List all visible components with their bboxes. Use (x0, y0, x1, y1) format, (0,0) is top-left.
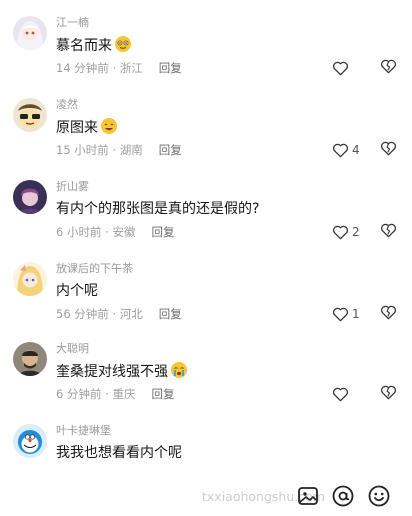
reply-button[interactable]: 回复 (151, 387, 174, 401)
avatar[interactable] (13, 262, 47, 296)
comment-text: 慕名而来 (56, 35, 132, 56)
dislike-button[interactable] (380, 222, 397, 242)
broken-heart-icon (380, 385, 397, 400)
comment-username[interactable]: 凌然 (56, 98, 78, 112)
comment-time: 15 小时前 (56, 143, 109, 157)
comment-item: 凌然 原图来 15 小时前 · 湖南 回复 4 (0, 98, 412, 180)
like-count: 2 (352, 225, 360, 239)
like-count: 4 (352, 143, 360, 157)
like-button[interactable]: 4 (332, 140, 360, 160)
image-icon (298, 487, 318, 505)
like-button[interactable] (332, 384, 352, 404)
broken-heart-icon (380, 305, 397, 320)
like-button[interactable]: 2 (332, 222, 360, 242)
emoji-crying-icon (171, 362, 187, 378)
comment-time: 6 分钟前 (56, 387, 102, 401)
comment-meta: 14 分钟前 · 浙江 回复 (56, 61, 182, 75)
reply-button[interactable]: 回复 (159, 61, 182, 75)
comment-location: 湖南 (119, 143, 143, 157)
avatar[interactable] (13, 98, 47, 132)
mention-button[interactable] (331, 484, 355, 512)
comment-location: 浙江 (119, 61, 143, 75)
comment-text: 我我也想看看内个呢 (56, 445, 182, 461)
comment-time: 6 小时前 (56, 225, 102, 239)
comment-text: 奎桑提对线强不强 (56, 361, 188, 382)
comment-username[interactable]: 放课后的下午茶 (56, 262, 133, 276)
broken-heart-icon (380, 141, 397, 156)
comment-item: 放课后的下午茶 内个呢 56 分钟前 · 河北 回复 1 (0, 262, 412, 344)
dislike-button[interactable] (380, 58, 397, 78)
emoji-button[interactable] (367, 484, 391, 512)
comment-text-content: 奎桑提对线强不强 (56, 364, 168, 380)
avatar[interactable] (13, 16, 47, 50)
comment-time: 14 分钟前 (56, 61, 109, 75)
dislike-button[interactable] (380, 140, 397, 160)
emoji-grin-icon (101, 118, 117, 134)
comment-username[interactable]: 大聪明 (56, 342, 89, 356)
dislike-button[interactable] (380, 304, 397, 324)
comment-username[interactable]: 江一楠 (56, 16, 89, 30)
comment-location: 安徽 (112, 225, 136, 239)
comment-meta: 56 分钟前 · 河北 回复 (56, 307, 182, 321)
broken-heart-icon (380, 223, 397, 238)
heart-icon (332, 225, 349, 240)
comment-meta: 15 小时前 · 湖南 回复 (56, 143, 182, 157)
heart-icon (332, 307, 349, 322)
comment-item: 叶卡捷琳堡 我我也想看看内个呢 (0, 424, 412, 478)
avatar[interactable] (13, 424, 47, 458)
smiley-icon (368, 485, 390, 507)
comment-location: 重庆 (112, 387, 136, 401)
reply-button[interactable]: 回复 (159, 307, 182, 321)
emoji-drooling-icon (115, 36, 131, 52)
like-count: 1 (352, 307, 360, 321)
comment-text: 内个呢 (56, 283, 98, 299)
comment-text: 有内个的那张图是真的还是假的? (56, 201, 260, 217)
heart-icon (332, 387, 349, 402)
like-button[interactable] (332, 58, 352, 78)
comment-text-content: 慕名而来 (56, 38, 112, 54)
avatar[interactable] (13, 342, 47, 376)
comment-meta: 6 小时前 · 安徽 回复 (56, 225, 175, 239)
reply-button[interactable]: 回复 (151, 225, 174, 239)
image-button[interactable] (296, 484, 320, 512)
comment-meta: 6 分钟前 · 重庆 回复 (56, 387, 175, 401)
comment-time: 56 分钟前 (56, 307, 109, 321)
avatar[interactable] (13, 180, 47, 214)
comment-item: 江一楠 慕名而来 14 分钟前 · 浙江 回复 (0, 16, 412, 98)
comment-item: 折山雾 有内个的那张图是真的还是假的? 6 小时前 · 安徽 回复 2 (0, 180, 412, 262)
comment-location: 河北 (119, 307, 143, 321)
comment-username[interactable]: 折山雾 (56, 180, 89, 194)
comment-text-content: 原图来 (56, 120, 98, 136)
broken-heart-icon (380, 59, 397, 74)
comment-username[interactable]: 叶卡捷琳堡 (56, 424, 111, 438)
comment-text: 原图来 (56, 117, 118, 138)
comment-item: 大聪明 奎桑提对线强不强 6 分钟前 · 重庆 回复 (0, 342, 412, 424)
heart-icon (332, 61, 349, 76)
heart-icon (332, 143, 349, 158)
dislike-button[interactable] (380, 384, 397, 404)
reply-button[interactable]: 回复 (159, 143, 182, 157)
like-button[interactable]: 1 (332, 304, 360, 324)
at-icon (332, 485, 354, 507)
